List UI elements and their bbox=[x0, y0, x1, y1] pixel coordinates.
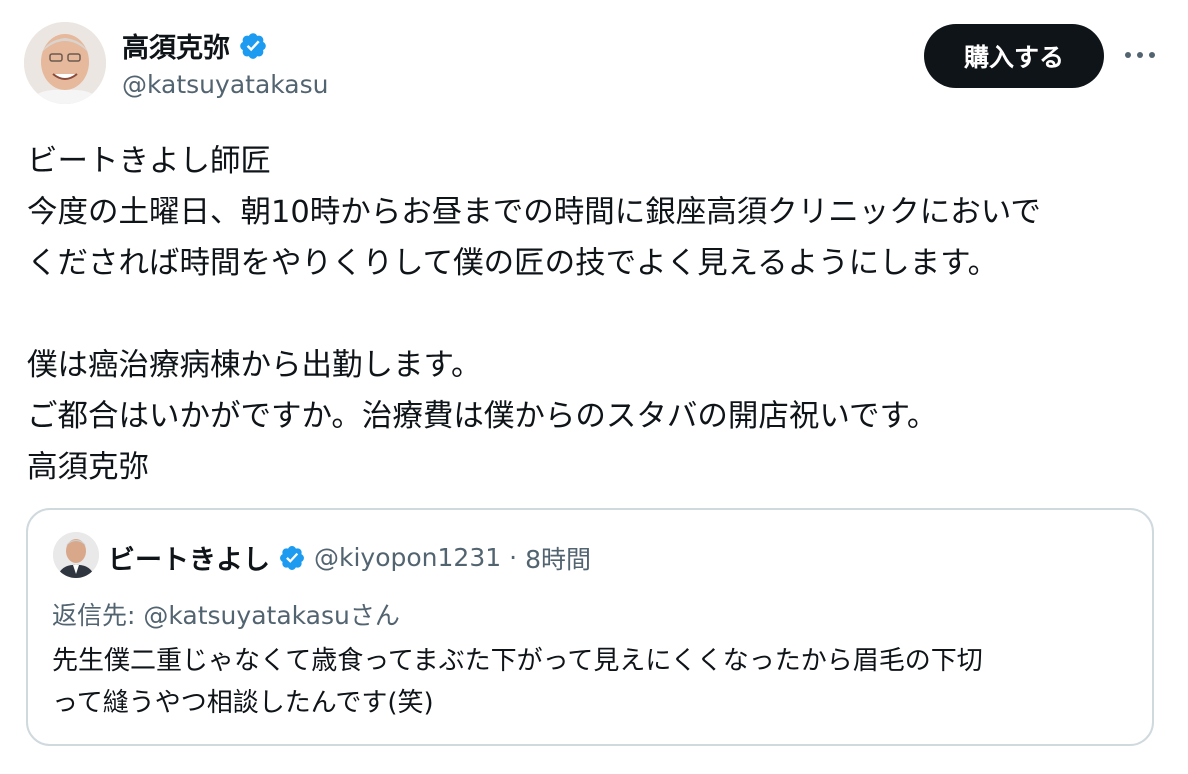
author-avatar-image bbox=[24, 22, 106, 104]
verified-badge-icon bbox=[280, 545, 304, 570]
quoted-handle[interactable]: @kiyopon1231 bbox=[314, 543, 501, 572]
more-options-icon[interactable] bbox=[1120, 40, 1160, 70]
tweet-line bbox=[27, 289, 1167, 340]
author-avatar[interactable] bbox=[24, 22, 106, 104]
quoted-header: ビートきよし @kiyopon1231 · 8時間 bbox=[108, 538, 591, 577]
tweet-line: 今度の土曜日、朝10時からお昼までの時間に銀座高須クリニックにおいで bbox=[27, 195, 1041, 230]
reply-to-label: 返信先: @katsuyatakasuさん bbox=[52, 601, 400, 630]
quoted-tweet-text: 先生僕二重じゃなくて歳食ってまぶた下がって見えにくくなったから眉毛の下切 って縫… bbox=[52, 640, 1142, 724]
quoted-avatar-image bbox=[53, 532, 99, 578]
author-display-name[interactable]: 高須克弥 bbox=[122, 26, 230, 65]
verified-badge-icon bbox=[240, 32, 266, 59]
quoted-tweet-line: 先生僕二重じゃなくて歳食ってまぶた下がって見えにくくなったから眉毛の下切 bbox=[52, 646, 983, 676]
tweet-line: ビートきよし師匠 bbox=[27, 144, 271, 179]
tweet-line: くだされば時間をやりくりして僕の匠の技でよく見えるようにします。 bbox=[27, 246, 999, 281]
meta-separator: · bbox=[509, 543, 518, 572]
quoted-tweet-line: って縫うやつ相談したんです(笑) bbox=[52, 688, 434, 718]
author-name-row[interactable]: 高須克弥 bbox=[122, 26, 268, 65]
buy-button[interactable]: 購入する bbox=[924, 24, 1104, 88]
tweet-line: ご都合はいかがですか。治療費は僕からのスタバの開店祝いです。 bbox=[27, 399, 938, 434]
quoted-tweet-card[interactable]: ビートきよし @kiyopon1231 · 8時間 返信先: @katsuyat… bbox=[26, 508, 1154, 746]
tweet-text: ビートきよし師匠 今度の土曜日、朝10時からお昼までの時間に銀座高須クリニックに… bbox=[27, 136, 1167, 493]
tweet-line: 高須克弥 bbox=[27, 450, 149, 485]
tweet-line: 僕は癌治療病棟から出勤します。 bbox=[27, 348, 482, 383]
quoted-display-name[interactable]: ビートきよし bbox=[108, 538, 270, 577]
quoted-timestamp[interactable]: 8時間 bbox=[525, 540, 591, 576]
quoted-author-avatar[interactable] bbox=[53, 532, 99, 578]
author-handle[interactable]: @katsuyatakasu bbox=[122, 70, 329, 99]
